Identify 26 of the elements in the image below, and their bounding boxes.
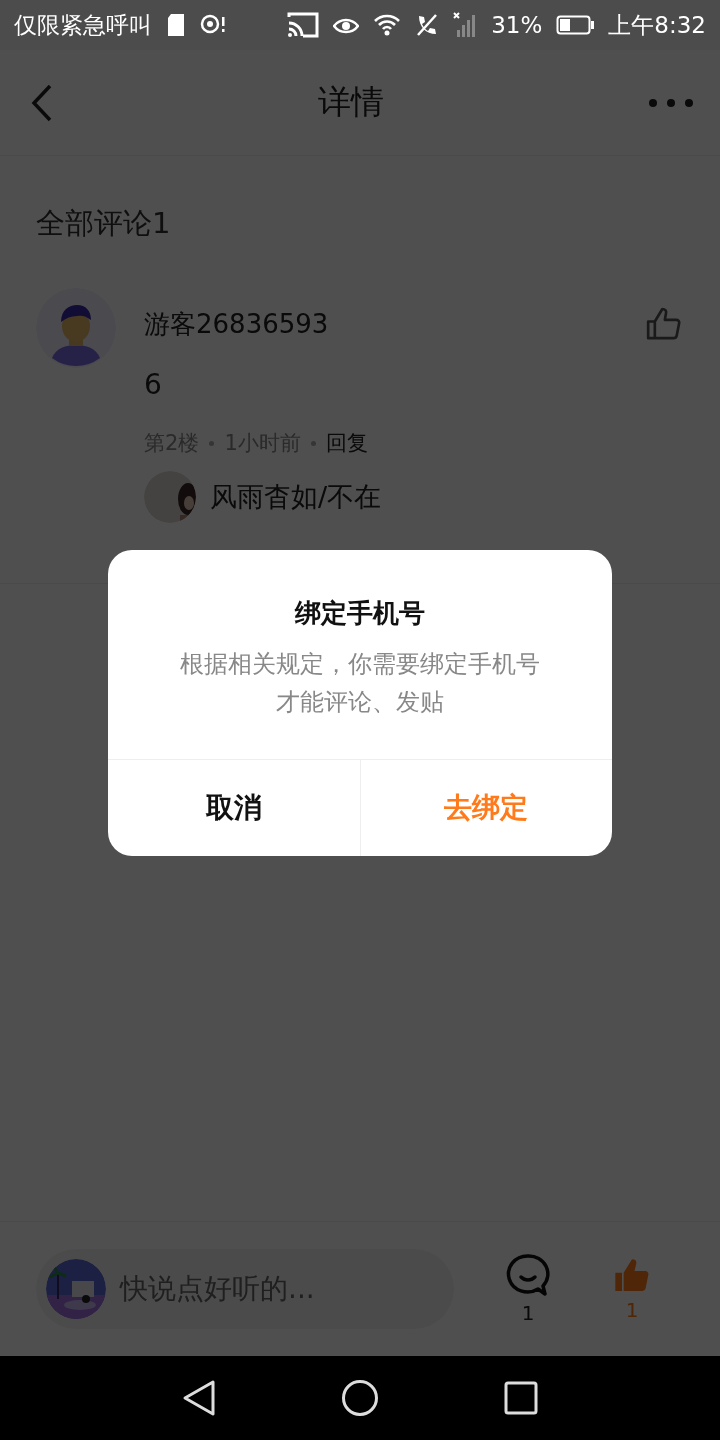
home-icon[interactable]	[341, 1379, 379, 1417]
cast-icon	[287, 11, 320, 39]
comment-count: 1	[521, 1301, 535, 1325]
call-blocked-icon	[415, 13, 440, 37]
recents-icon[interactable]	[503, 1381, 538, 1415]
signal-icon	[453, 12, 478, 38]
status-time: 上午8:32	[608, 10, 706, 40]
sd-card-icon	[166, 13, 186, 37]
battery-icon	[556, 15, 595, 35]
reply-username[interactable]: 风雨杳如/不在	[210, 479, 382, 515]
bind-button[interactable]: 去绑定	[359, 760, 612, 856]
back-icon[interactable]	[182, 1379, 217, 1417]
page-title: 详情	[318, 81, 384, 123]
section-title: 全部评论1	[35, 205, 172, 242]
more-icon[interactable]	[648, 97, 694, 108]
battery-percent: 31%	[491, 12, 543, 38]
cancel-button[interactable]: 取消	[108, 760, 360, 856]
chat-bubble-icon[interactable]	[505, 1253, 551, 1299]
comment-text: 6	[144, 368, 163, 401]
wifi-icon	[373, 13, 402, 37]
dialog-message: 根据相关规定，你需要绑定手机号才能评论、发贴	[179, 649, 541, 718]
like-count: 1	[625, 1298, 639, 1322]
reply-link[interactable]: 回复	[325, 429, 368, 457]
dialog-title: 绑定手机号	[295, 597, 425, 630]
status-carrier: 仅限紧急呼叫	[14, 10, 152, 40]
username[interactable]: 游客26836593	[144, 306, 329, 342]
